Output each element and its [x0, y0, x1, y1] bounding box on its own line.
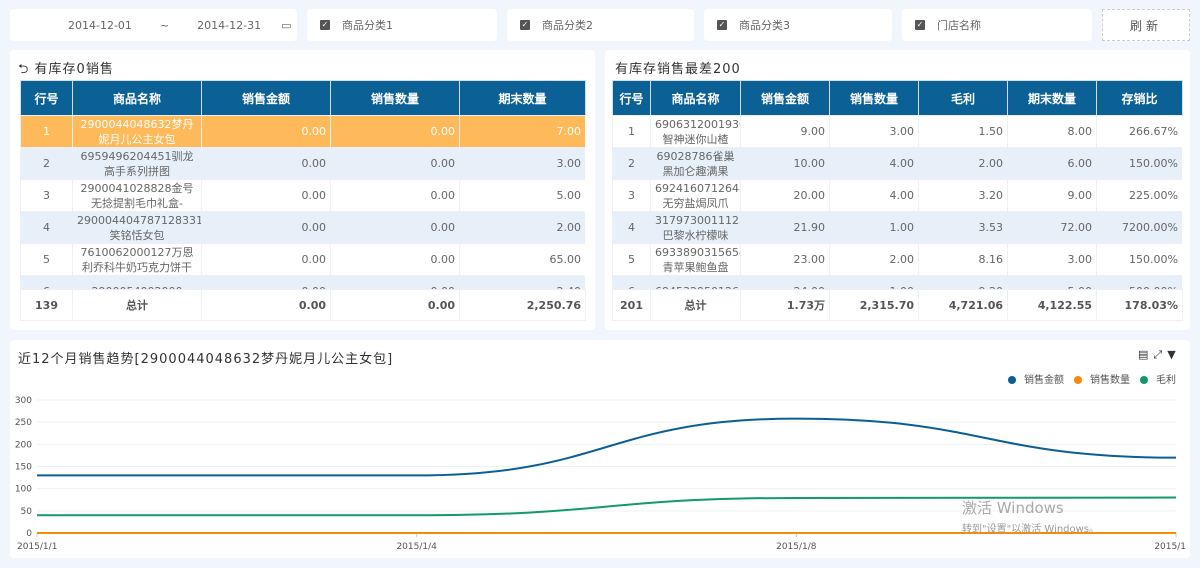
y-tick-label: 300	[15, 396, 32, 406]
windows-activation-hint: 转到"设置"以激活 Windows。	[962, 524, 1100, 535]
y-tick-label: 100	[15, 485, 32, 495]
x-tick-label: 2015/1/4	[396, 542, 437, 552]
y-tick-label: 250	[15, 418, 32, 428]
y-tick-label: 0	[26, 529, 32, 539]
y-tick-label: 150	[15, 463, 32, 473]
y-tick-label: 200	[15, 440, 32, 450]
y-tick-label: 50	[21, 507, 33, 517]
windows-activation-watermark: 激活 Windows	[962, 499, 1064, 517]
x-tick-label: 2015/1/1	[17, 542, 57, 552]
x-tick-label: 2015/1	[1154, 542, 1186, 552]
x-tick-label: 2015/1/8	[776, 542, 817, 552]
trend-chart: 0 50 100 150 200 250 300 2015/1/1 2015/1/4 2015/1…	[15, 396, 1186, 552]
